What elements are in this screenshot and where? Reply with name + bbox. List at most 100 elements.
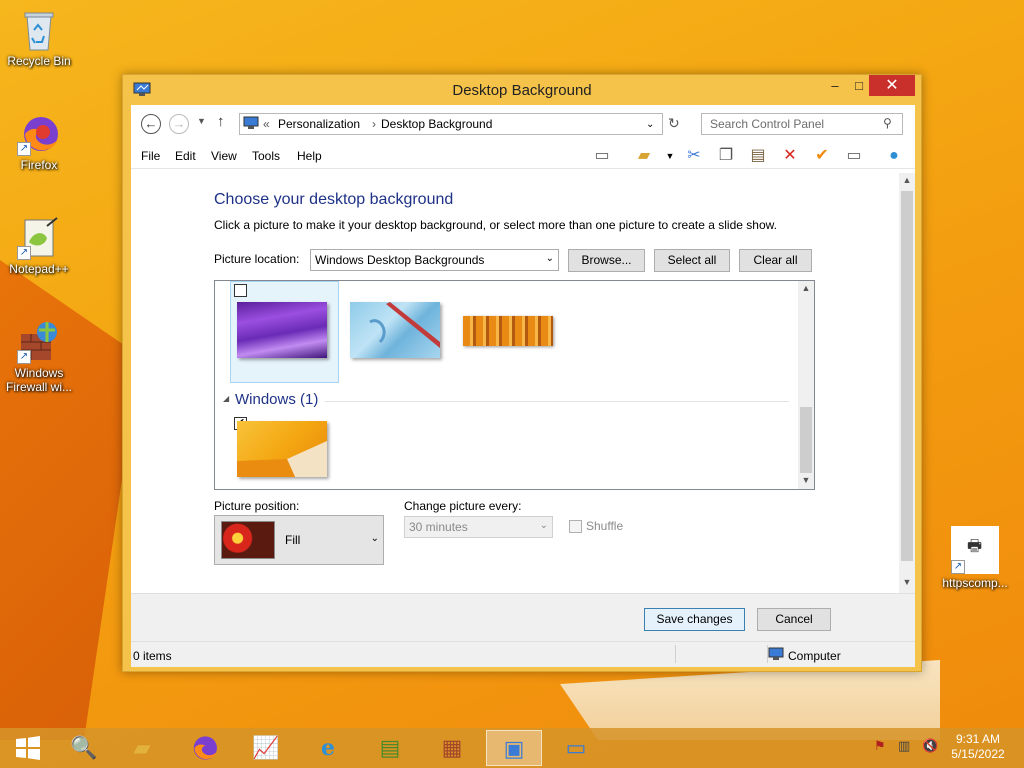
url-shortcut-icon: 🖶 ↗: [951, 526, 999, 574]
control-panel-taskbar-icon[interactable]: ▣: [486, 730, 542, 766]
refresh-icon[interactable]: ↻: [668, 115, 680, 132]
desktop-icon-notepad-plus-plus[interactable]: ↗ Notepad++: [0, 216, 78, 276]
shuffle-checkbox[interactable]: [569, 520, 582, 533]
address-overflow[interactable]: «: [263, 117, 270, 131]
breadcrumb-desktop-background[interactable]: Desktop Background: [381, 117, 492, 131]
copy-icon[interactable]: ❐: [715, 145, 737, 167]
interval-value: 30 minutes: [409, 520, 468, 534]
firewall-icon: ↗: [17, 320, 61, 364]
clock-time: 9:31 AM: [955, 732, 1001, 746]
folder-options-dropdown-icon[interactable]: ▼: [659, 145, 681, 167]
menu-tools[interactable]: Tools: [252, 149, 280, 163]
picture-location-value: Windows Desktop Backgrounds: [315, 253, 485, 267]
gallery-tile-windows-orange[interactable]: ✔: [230, 414, 339, 486]
address-bar[interactable]: « Personalization › Desktop Background ⌄: [239, 113, 663, 135]
remote-desktop-icon[interactable]: ▭: [548, 730, 604, 766]
picture-location-select[interactable]: Windows Desktop Backgrounds ⌄: [310, 249, 559, 271]
picture-location-label: Picture location:: [214, 252, 300, 266]
close-button[interactable]: ✕: [869, 75, 915, 96]
menu-view[interactable]: View: [211, 149, 237, 163]
desktop-icon-label: Windows Firewall wi...: [5, 366, 72, 394]
search-taskbar-icon[interactable]: 🔍: [56, 730, 112, 766]
rename-icon[interactable]: ▭: [843, 145, 865, 167]
gallery-tile-blue-abstract[interactable]: [343, 281, 452, 383]
change-picture-label: Change picture every:: [404, 499, 522, 513]
forward-button[interactable]: →: [169, 114, 189, 134]
scroll-up-icon[interactable]: ▲: [899, 175, 915, 185]
main-scrollbar[interactable]: ▲ ▼: [899, 173, 915, 593]
recent-pages-dropdown-icon[interactable]: ▼: [197, 116, 206, 126]
cancel-button[interactable]: Cancel: [757, 608, 831, 631]
page-description: Click a picture to make it your desktop …: [214, 218, 777, 232]
layout-pane-icon[interactable]: ▭: [591, 145, 613, 167]
volume-muted-icon[interactable]: 🔇: [922, 738, 938, 754]
menu-edit[interactable]: Edit: [175, 149, 196, 163]
network-icon[interactable]: ▥: [898, 738, 910, 754]
wallpaper-thumbnail: [350, 302, 440, 358]
gallery-tile-purple-waves[interactable]: [230, 281, 339, 383]
cut-icon[interactable]: ✂: [683, 145, 705, 167]
up-button[interactable]: ↑: [217, 113, 225, 130]
search-input[interactable]: Search Control Panel: [701, 113, 903, 135]
gallery-scrollbar[interactable]: ▲ ▼: [798, 281, 814, 489]
chevron-down-icon: ⌄: [539, 520, 548, 531]
gallery-tile-orange-pillars[interactable]: [456, 281, 565, 383]
picture-position-select[interactable]: Fill ⌄: [214, 515, 384, 565]
chevron-down-icon: ⌄: [545, 253, 554, 264]
scroll-thumb[interactable]: [901, 191, 913, 561]
paste-icon[interactable]: ▤: [747, 145, 769, 167]
delete-icon[interactable]: ✕: [779, 145, 801, 167]
scroll-up-icon[interactable]: ▲: [798, 283, 814, 293]
gallery-checkbox[interactable]: [234, 284, 247, 297]
save-changes-button[interactable]: Save changes: [644, 608, 745, 631]
desktop-icon-windows-firewall[interactable]: ↗ Windows Firewall wi...: [0, 320, 78, 394]
clear-all-button[interactable]: Clear all: [739, 249, 812, 272]
action-center-icon[interactable]: ⚑: [874, 738, 886, 754]
breadcrumb-separator[interactable]: ›: [372, 117, 376, 131]
back-button[interactable]: ←: [141, 114, 161, 134]
window-client-area: ← → ▼ ↑ « Personalization › Desktop Back…: [131, 105, 915, 667]
computer-icon: [768, 647, 784, 664]
firewall-taskbar-icon[interactable]: ▦: [424, 730, 480, 766]
properties-check-icon[interactable]: ✔: [811, 145, 833, 167]
group-divider: [325, 401, 789, 402]
collapse-group-icon[interactable]: ◢: [223, 394, 229, 403]
menu-help[interactable]: Help: [297, 149, 322, 163]
folder-options-icon[interactable]: ▰: [633, 145, 655, 167]
change-picture-interval-select[interactable]: 30 minutes ⌄: [404, 516, 553, 538]
notepad-plus-plus-taskbar-icon[interactable]: ▤: [362, 730, 418, 766]
desktop-icon-firefox[interactable]: ↗ Firefox: [0, 112, 78, 172]
taskbar-clock[interactable]: 9:31 AM 5/15/2022: [946, 732, 1010, 762]
group-header-windows[interactable]: Windows (1): [235, 391, 318, 408]
control-panel-icon: [243, 116, 259, 133]
resource-monitor-icon[interactable]: 📈: [238, 730, 294, 766]
desktop-background-window: Desktop Background – □ ✕ ← → ▼ ↑ « Perso…: [122, 74, 922, 672]
browse-button[interactable]: Browse...: [568, 249, 645, 272]
address-dropdown-icon[interactable]: ⌄: [646, 119, 654, 130]
status-divider: [675, 645, 676, 663]
internet-explorer-icon[interactable]: e: [300, 730, 356, 766]
search-icon[interactable]: ⚲: [883, 116, 892, 130]
menu-file[interactable]: File: [141, 149, 160, 163]
title-bar[interactable]: Desktop Background – □ ✕: [123, 75, 921, 105]
picture-position-label: Picture position:: [214, 499, 300, 513]
file-explorer-icon[interactable]: ▰: [114, 730, 170, 766]
status-bar: 0 items Computer: [131, 641, 915, 667]
item-count: 0 items: [133, 649, 172, 663]
globe-icon[interactable]: ●: [883, 145, 905, 167]
desktop-icon-url-shortcut[interactable]: 🖶 ↗ httpscomp...: [936, 526, 1014, 590]
navigation-bar: ← → ▼ ↑ « Personalization › Desktop Back…: [131, 105, 915, 143]
start-button[interactable]: [0, 730, 56, 766]
fill-preview-icon: [221, 521, 275, 559]
scroll-thumb[interactable]: [800, 407, 812, 473]
shortcut-arrow-icon: ↗: [17, 246, 31, 260]
menu-bar: File Edit View Tools Help ▭ ▰ ▼ ✂ ❐ ▤ ✕ …: [131, 143, 915, 169]
scroll-down-icon[interactable]: ▼: [899, 577, 915, 587]
desktop-icon-label: Recycle Bin: [7, 54, 71, 68]
firefox-taskbar-icon[interactable]: [176, 730, 232, 766]
status-location: Computer: [788, 649, 841, 663]
breadcrumb-personalization[interactable]: Personalization: [278, 117, 360, 131]
scroll-down-icon[interactable]: ▼: [798, 475, 814, 485]
desktop-icon-recycle-bin[interactable]: Recycle Bin: [0, 8, 78, 68]
select-all-button[interactable]: Select all: [654, 249, 730, 272]
